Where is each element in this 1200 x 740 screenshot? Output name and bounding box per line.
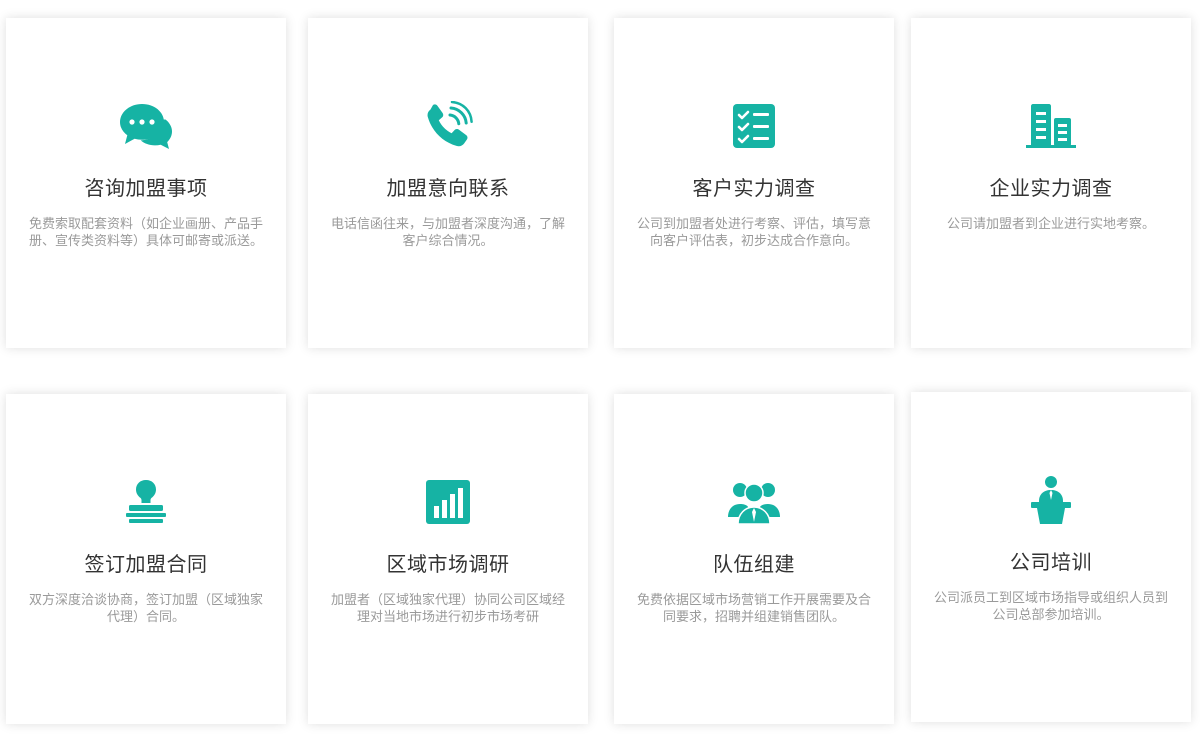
- buildings-icon: [911, 100, 1191, 152]
- card-description: 公司到加盟者处进行考察、评估，填写意向客户评估表，初步达成合作意向。: [636, 216, 871, 248]
- card-description: 免费索取配套资料（如企业画册、产品手册、宣传类资料等）具体可邮寄或派送。: [28, 216, 263, 248]
- trainer-podium-icon: [911, 474, 1191, 526]
- card-market-research[interactable]: 区域市场调研 加盟者（区域独家代理）协同公司区域经理对当地市场进行初步市场考研: [308, 394, 588, 724]
- phone-call-icon: [308, 100, 588, 152]
- card-title: 区域市场调研: [386, 554, 510, 576]
- card-consult[interactable]: 咨询加盟事项 免费索取配套资料（如企业画册、产品手册、宣传类资料等）具体可邮寄或…: [6, 18, 286, 348]
- card-description: 电话信函往来，与加盟者深度沟通，了解客户综合情况。: [330, 216, 565, 248]
- card-description: 双方深度洽谈协商，签订加盟（区域独家代理）合同。: [28, 592, 263, 624]
- checklist-icon: [614, 100, 894, 152]
- card-description: 免费依据区域市场营销工作开展需要及合同要求，招聘并组建销售团队。: [636, 592, 871, 624]
- card-title: 队伍组建: [713, 554, 795, 576]
- franchise-process-grid: 咨询加盟事项 免费索取配套资料（如企业画册、产品手册、宣传类资料等）具体可邮寄或…: [0, 0, 1200, 740]
- card-title: 加盟意向联系: [386, 178, 510, 200]
- card-title: 咨询加盟事项: [84, 178, 208, 200]
- card-description: 加盟者（区域独家代理）协同公司区域经理对当地市场进行初步市场考研: [330, 592, 565, 624]
- bar-chart-icon: [308, 476, 588, 528]
- card-team-building[interactable]: 队伍组建 免费依据区域市场营销工作开展需要及合同要求，招聘并组建销售团队。: [614, 394, 894, 724]
- card-company-survey[interactable]: 企业实力调查 公司请加盟者到企业进行实地考察。: [911, 18, 1191, 348]
- card-client-survey[interactable]: 客户实力调查 公司到加盟者处进行考察、评估，填写意向客户评估表，初步达成合作意向…: [614, 18, 894, 348]
- team-icon: [614, 476, 894, 528]
- chat-bubbles-icon: [6, 100, 286, 152]
- stamp-icon: [6, 476, 286, 528]
- card-description: 公司请加盟者到企业进行实地考察。: [946, 216, 1155, 231]
- card-title: 客户实力调查: [692, 178, 816, 200]
- card-contact[interactable]: 加盟意向联系 电话信函往来，与加盟者深度沟通，了解客户综合情况。: [308, 18, 588, 348]
- card-title: 公司培训: [1010, 552, 1092, 574]
- card-description: 公司派员工到区域市场指导或组织人员到公司总部参加培训。: [933, 590, 1168, 622]
- card-title: 企业实力调查: [989, 178, 1113, 200]
- card-title: 签订加盟合同: [84, 554, 208, 576]
- card-contract[interactable]: 签订加盟合同 双方深度洽谈协商，签订加盟（区域独家代理）合同。: [6, 394, 286, 724]
- card-training[interactable]: 公司培训 公司派员工到区域市场指导或组织人员到公司总部参加培训。: [911, 392, 1191, 722]
